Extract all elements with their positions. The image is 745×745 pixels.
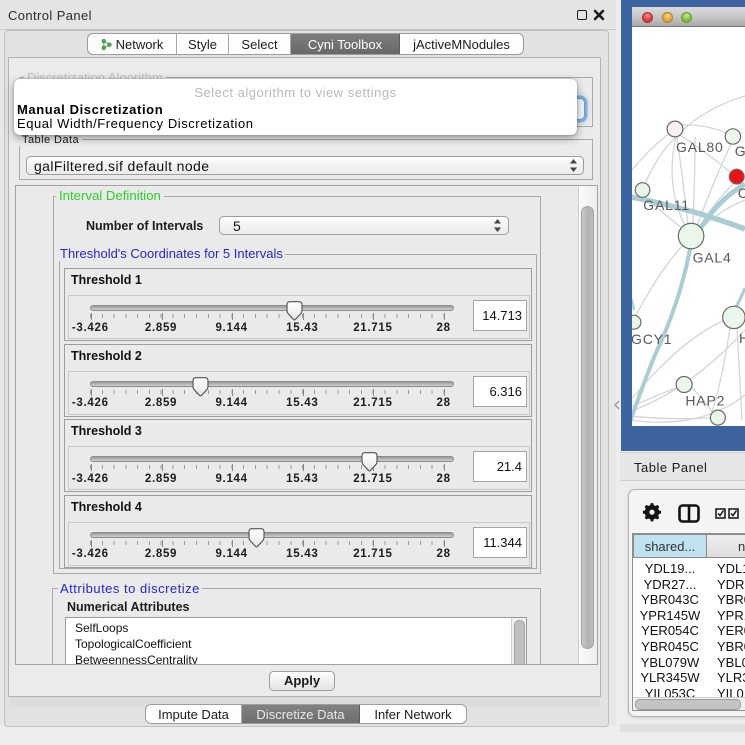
svg-text:GAL11: GAL11 [643,197,690,213]
svg-text:GCY1: GCY1 [632,331,672,347]
svg-text:HAP2: HAP2 [685,393,725,409]
svg-text:CD: CD [738,185,745,201]
svg-text:H: H [739,330,745,346]
svg-text:GAL4: GAL4 [693,250,732,266]
svg-text:GA: GA [735,143,745,159]
svg-text:GAL80: GAL80 [676,139,724,155]
